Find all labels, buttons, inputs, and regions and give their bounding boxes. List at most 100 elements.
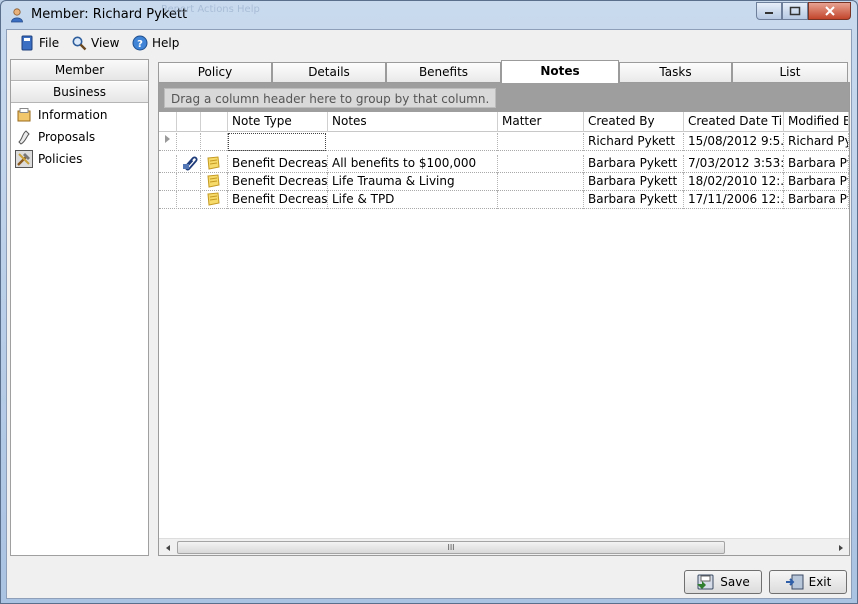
menu-view-label: View bbox=[91, 36, 120, 50]
row-pointer-icon bbox=[165, 135, 170, 143]
nav-item-information[interactable]: Information bbox=[15, 105, 107, 125]
svg-text:?: ? bbox=[137, 39, 143, 50]
created-date-cell: 18/02/2010 12:... bbox=[684, 173, 784, 191]
tab-strip: Policy Details Benefits Notes Tasks List bbox=[158, 60, 850, 83]
new-row-attachment-cell bbox=[177, 133, 201, 151]
header-modified-by[interactable]: Modified By bbox=[784, 112, 849, 132]
nav-item-label: Proposals bbox=[38, 130, 96, 144]
header-created-by[interactable]: Created By bbox=[584, 112, 684, 132]
new-row-notes[interactable] bbox=[328, 133, 498, 151]
nav-item-label: Information bbox=[38, 108, 108, 122]
tab-notes[interactable]: Notes bbox=[501, 60, 619, 83]
new-row-created-date: 15/08/2012 9:5... bbox=[684, 133, 784, 151]
save-icon bbox=[697, 574, 714, 590]
new-row[interactable]: Richard Pykett 15/08/2012 9:5... Richard… bbox=[159, 133, 849, 151]
note-icon bbox=[207, 156, 220, 170]
tab-details[interactable]: Details bbox=[272, 62, 386, 82]
grid-header: Note Type Notes Matter Created By Create… bbox=[159, 112, 849, 132]
close-button[interactable] bbox=[808, 2, 851, 20]
attachment-icon bbox=[183, 156, 198, 171]
new-row-modified-by: Richard Pykett bbox=[784, 133, 849, 151]
file-icon bbox=[21, 35, 33, 51]
maximize-icon bbox=[789, 6, 801, 16]
menu-bar: File View ? Help bbox=[7, 30, 851, 58]
exit-button[interactable]: Exit bbox=[769, 570, 847, 594]
created-by-cell: Barbara Pykett bbox=[584, 155, 684, 173]
header-row-selector bbox=[159, 112, 177, 132]
nav-item-policies[interactable]: Policies bbox=[15, 149, 82, 169]
matter-cell bbox=[498, 173, 584, 191]
nav-item-label: Policies bbox=[38, 152, 83, 166]
new-row-matter[interactable] bbox=[498, 133, 584, 151]
tab-list[interactable]: List bbox=[732, 62, 848, 82]
client-area: File View ? Help Member Business Informa… bbox=[6, 29, 852, 599]
table-row[interactable]: Benefit Decreased Life Trauma & Living B… bbox=[159, 173, 849, 191]
row-selector[interactable] bbox=[159, 173, 177, 191]
tab-tasks[interactable]: Tasks bbox=[619, 62, 732, 82]
modified-by-cell: Barbara Pykett bbox=[784, 155, 849, 173]
navigation-panel: Member Business Information Proposals Po… bbox=[10, 59, 149, 556]
member-section-button[interactable]: Member bbox=[11, 60, 148, 81]
menu-file[interactable]: File bbox=[19, 35, 59, 51]
business-section-button[interactable]: Business bbox=[11, 82, 148, 103]
bottom-button-bar: Save Exit bbox=[7, 560, 851, 598]
member-icon bbox=[11, 8, 23, 23]
group-by-area[interactable]: Drag a column header here to group by th… bbox=[159, 83, 849, 112]
attachment-cell[interactable] bbox=[177, 155, 201, 173]
header-note-type[interactable]: Note Type bbox=[228, 112, 328, 132]
minimize-icon bbox=[765, 12, 773, 14]
proposals-icon bbox=[15, 128, 33, 146]
menu-file-label: File bbox=[39, 36, 60, 50]
created-date-cell: 7/03/2012 3:53:... bbox=[684, 155, 784, 173]
table-row[interactable]: Benefit Decreased Life & TPD Barbara Pyk… bbox=[159, 191, 849, 209]
attachment-cell bbox=[177, 191, 201, 209]
note-type-edit-cell[interactable] bbox=[228, 133, 326, 151]
note-icon-cell bbox=[201, 191, 228, 209]
scroll-left-button[interactable] bbox=[159, 539, 176, 556]
header-attachment[interactable] bbox=[177, 112, 201, 132]
background-window-ghost: Report Actions Help bbox=[161, 4, 260, 15]
minimize-button[interactable] bbox=[756, 2, 782, 20]
group-by-hint: Drag a column header here to group by th… bbox=[164, 88, 497, 108]
row-selector[interactable] bbox=[159, 155, 177, 173]
tab-benefits[interactable]: Benefits bbox=[386, 62, 501, 82]
view-icon bbox=[72, 36, 87, 51]
scroll-thumb[interactable]: III bbox=[177, 541, 725, 554]
note-icon-cell bbox=[201, 155, 228, 173]
title-bar[interactable]: Member: Richard Pykett Report Actions He… bbox=[1, 1, 857, 29]
modified-by-cell: Barbara Pykett bbox=[784, 173, 849, 191]
nav-item-proposals[interactable]: Proposals bbox=[15, 127, 95, 147]
menu-help[interactable]: ? Help bbox=[132, 35, 179, 51]
tab-policy[interactable]: Policy bbox=[158, 62, 272, 82]
note-icon bbox=[207, 174, 220, 188]
header-note-icon[interactable] bbox=[201, 112, 228, 132]
scroll-left-icon bbox=[165, 544, 170, 551]
save-label: Save bbox=[720, 575, 750, 589]
matter-cell bbox=[498, 191, 584, 209]
header-created-date-time[interactable]: Created Date Time bbox=[684, 112, 784, 132]
notes-cell: All benefits to $100,000 bbox=[328, 155, 498, 173]
scroll-right-icon bbox=[838, 544, 843, 551]
maximize-button[interactable] bbox=[782, 2, 808, 20]
matter-cell bbox=[498, 155, 584, 173]
save-button[interactable]: Save bbox=[684, 570, 762, 594]
exit-label: Exit bbox=[808, 575, 832, 589]
horizontal-scrollbar[interactable]: III bbox=[159, 538, 849, 555]
information-icon bbox=[15, 106, 33, 124]
header-matter[interactable]: Matter bbox=[498, 112, 584, 132]
menu-help-label: Help bbox=[152, 36, 180, 50]
policies-icon bbox=[15, 150, 33, 168]
member-window: Member: Richard Pykett Report Actions He… bbox=[0, 0, 858, 604]
new-row-selector[interactable] bbox=[159, 133, 177, 151]
scroll-right-button[interactable] bbox=[832, 539, 849, 556]
created-by-cell: Barbara Pykett bbox=[584, 173, 684, 191]
table-row[interactable]: Benefit Decreased All benefits to $100,0… bbox=[159, 155, 849, 173]
menu-view[interactable]: View bbox=[71, 35, 119, 51]
note-type-cell: Benefit Decreased bbox=[228, 155, 328, 173]
row-selector[interactable] bbox=[159, 191, 177, 209]
modified-by-cell: Barbara Pykett bbox=[784, 191, 849, 209]
close-icon bbox=[824, 6, 835, 16]
attachment-cell bbox=[177, 173, 201, 191]
header-notes[interactable]: Notes bbox=[328, 112, 498, 132]
note-icon-cell bbox=[201, 173, 228, 191]
